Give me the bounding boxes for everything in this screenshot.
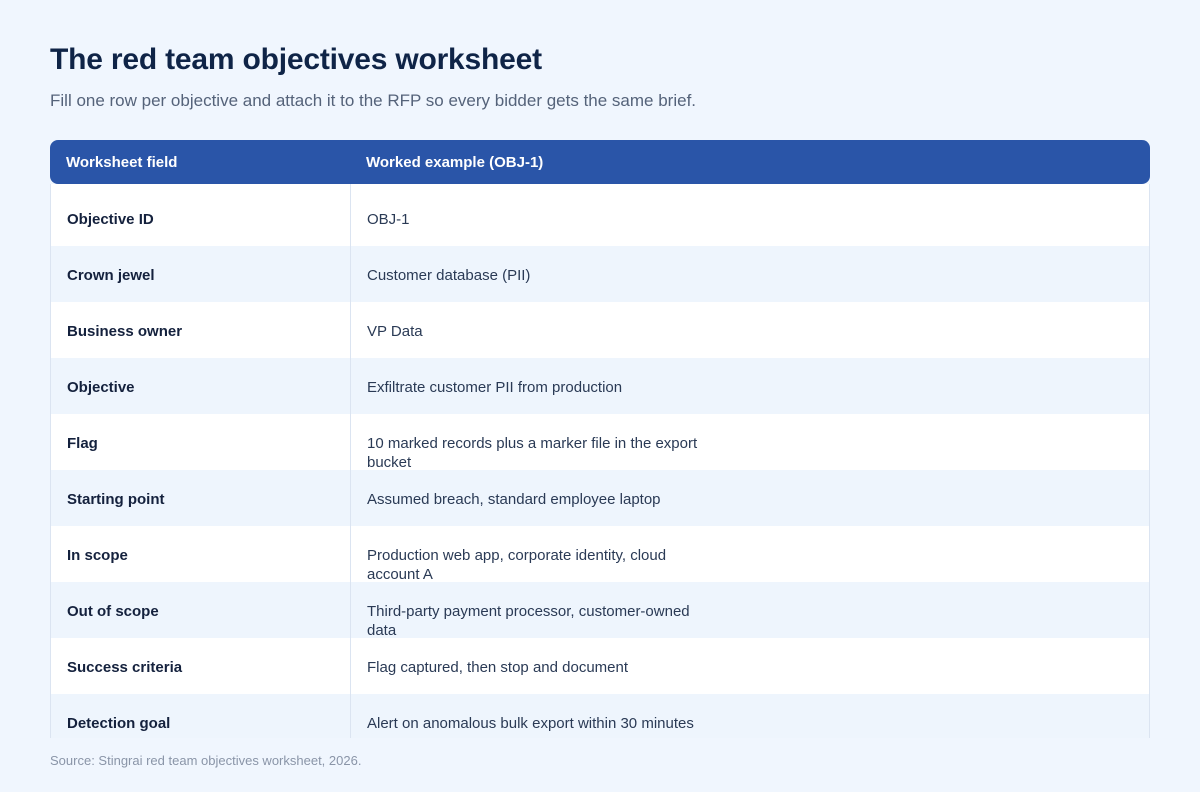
table-row: Success criteria Flag captured, then sto… <box>51 638 1149 694</box>
table-row: In scope Production web app, corporate i… <box>51 526 1149 583</box>
row-field: Business owner <box>67 323 183 340</box>
table-row: Detection goal Alert on anomalous bulk e… <box>51 694 1149 738</box>
row-field: Crown jewel <box>67 267 155 284</box>
row-field: Objective ID <box>67 211 154 228</box>
table-row: Flag 10 marked records plus a marker fil… <box>51 414 1149 471</box>
row-value: Assumed breach, standard employee laptop <box>367 491 661 508</box>
row-value: Production web app, corporate identity, … <box>367 547 667 583</box>
source-note: Source: Stingrai red team objectives wor… <box>50 753 362 768</box>
page-title: The red team objectives worksheet <box>50 43 542 76</box>
column-divider <box>350 184 351 738</box>
table-row: Business owner VP Data <box>51 302 1149 358</box>
row-value: Flag captured, then stop and document <box>367 659 629 676</box>
row-value: Third-party payment processor, customer-… <box>367 603 690 639</box>
row-value: VP Data <box>367 323 423 340</box>
row-field: Success criteria <box>67 659 183 676</box>
page-subtitle: Fill one row per objective and attach it… <box>50 91 697 110</box>
table-row: Starting point Assumed breach, standard … <box>51 470 1149 526</box>
table-row: Crown jewel Customer database (PII) <box>51 246 1149 302</box>
table-header: Worksheet field Worked example (OBJ-1) <box>50 140 1150 184</box>
worksheet-table: Worksheet field Worked example (OBJ-1) O… <box>50 140 1150 738</box>
table-row: Objective Exfiltrate customer PII from p… <box>51 358 1149 414</box>
row-field: Starting point <box>67 491 165 508</box>
row-value: OBJ-1 <box>367 211 410 228</box>
row-field: Objective <box>67 379 135 396</box>
row-value: Customer database (PII) <box>367 267 531 284</box>
row-value: 10 marked records plus a marker file in … <box>367 435 698 471</box>
row-value: Alert on anomalous bulk export within 30… <box>367 715 694 732</box>
column-header-example: Worked example (OBJ-1) <box>366 154 544 171</box>
row-field: Detection goal <box>67 715 171 732</box>
row-field: In scope <box>67 547 128 564</box>
column-header-field: Worksheet field <box>66 154 178 171</box>
row-value: Exfiltrate customer PII from production <box>367 379 623 396</box>
table-body: Objective ID OBJ-1 Crown jewel Customer … <box>50 184 1150 738</box>
row-field: Out of scope <box>67 603 159 620</box>
table-row: Out of scope Third-party payment process… <box>51 582 1149 639</box>
row-field: Flag <box>67 435 98 452</box>
table-row: Objective ID OBJ-1 <box>51 184 1149 246</box>
